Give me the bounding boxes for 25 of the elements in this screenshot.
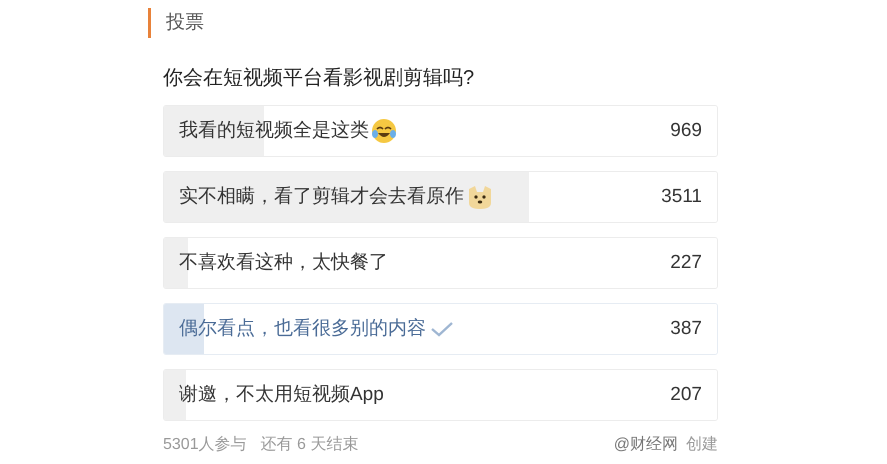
time-remaining: 还有 6 天结束 bbox=[260, 434, 358, 455]
option-label: 不喜欢看这种，太快餐了 bbox=[179, 250, 388, 275]
option-label: 实不相瞒，看了剪辑才会去看原作 bbox=[179, 184, 464, 209]
section-title: 投票 bbox=[166, 10, 204, 35]
option-label: 偶尔看点，也看很多别的内容 bbox=[179, 316, 426, 341]
vote-count: 3511 bbox=[661, 184, 702, 209]
checkmark-icon bbox=[430, 320, 454, 338]
poll-option[interactable]: 实不相瞒，看了剪辑才会去看原作 3511 bbox=[163, 171, 718, 223]
poll-option[interactable]: 不喜欢看这种，太快餐了 227 bbox=[163, 237, 718, 289]
poll-question: 你会在短视频平台看影视剧剪辑吗? bbox=[163, 66, 476, 91]
accent-bar bbox=[148, 8, 151, 38]
option-label: 谢邀，不太用短视频App bbox=[179, 382, 384, 407]
participant-count: 5301人参与 bbox=[163, 434, 247, 455]
poll-option[interactable]: 谢邀，不太用短视频App 207 bbox=[163, 369, 718, 421]
poll-option[interactable]: 偶尔看点，也看很多别的内容 387 bbox=[163, 303, 718, 355]
emoji-icon bbox=[466, 183, 494, 211]
option-label: 我看的短视频全是这类 bbox=[179, 118, 369, 143]
poll-option[interactable]: 我看的短视频全是这类 969 bbox=[163, 105, 718, 157]
vote-count: 969 bbox=[670, 118, 702, 143]
vote-count: 227 bbox=[670, 250, 702, 275]
vote-count: 387 bbox=[670, 316, 702, 341]
emoji-icon bbox=[371, 118, 397, 144]
creator-link[interactable]: @财经网 bbox=[614, 433, 678, 457]
created-label: 创建 bbox=[686, 434, 718, 455]
vote-count: 207 bbox=[670, 382, 702, 407]
